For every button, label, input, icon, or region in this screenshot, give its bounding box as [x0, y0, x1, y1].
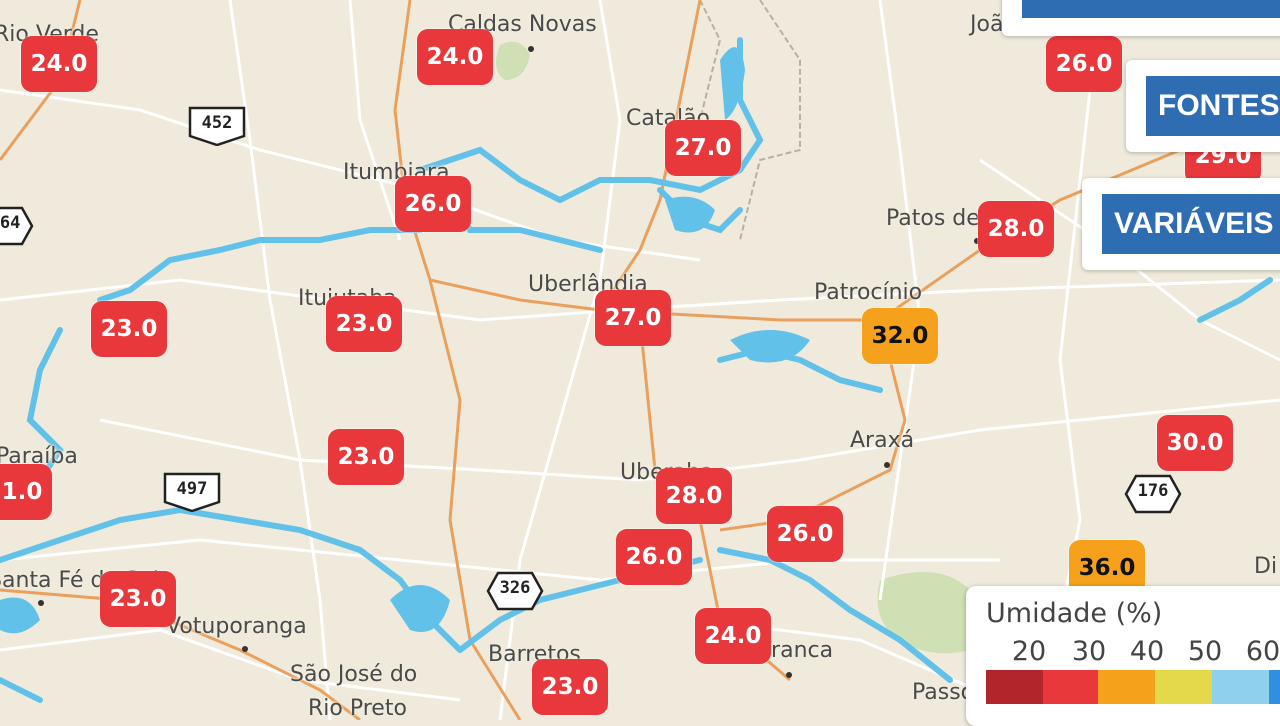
legend-swatch [1155, 670, 1212, 704]
value-marker[interactable]: 23.0 [100, 571, 176, 627]
value-marker[interactable]: 24.0 [695, 608, 771, 664]
legend-swatch [1212, 670, 1269, 704]
value-marker[interactable]: 21.0 [0, 464, 52, 520]
legend-tick: 40 [1129, 636, 1165, 667]
value-marker[interactable]: 23.0 [326, 296, 402, 352]
city-dot [786, 672, 792, 678]
legend-color-scale [986, 670, 1280, 704]
variaveis-button[interactable]: VARIÁVEIS [1102, 194, 1280, 254]
legend-title: Umidade (%) [986, 598, 1163, 629]
value-marker[interactable]: 26.0 [767, 506, 843, 562]
value-marker[interactable]: 32.0 [862, 308, 938, 364]
legend-tick: 50 [1187, 636, 1223, 667]
route-shield: 497 [163, 472, 221, 513]
value-marker[interactable]: 28.0 [656, 468, 732, 524]
city-label: Rio Preto [308, 696, 407, 721]
value-marker[interactable]: 27.0 [665, 120, 741, 176]
city-label: São José do [290, 662, 418, 687]
city-label: Votuporanga [166, 614, 307, 639]
value-marker[interactable]: 26.0 [395, 176, 471, 232]
legend-swatch [1269, 670, 1280, 704]
legend-tick: 20 [1011, 636, 1047, 667]
route-shield: 326 [486, 571, 544, 611]
legend-swatch [986, 670, 1043, 704]
city-label: Araxá [850, 428, 915, 453]
value-marker[interactable]: 28.0 [978, 201, 1054, 257]
value-marker[interactable]: 26.0 [1046, 36, 1122, 92]
city-label: Di [1254, 554, 1278, 579]
variaveis-panel: VARIÁVEIS [1082, 178, 1280, 270]
legend-swatch [1098, 670, 1155, 704]
route-shield: 452 [188, 106, 246, 147]
city-dot [884, 462, 890, 468]
fontes-panel: FONTES [1126, 60, 1280, 152]
legend-tick: 60 [1245, 636, 1280, 667]
top-button[interactable] [1022, 0, 1280, 18]
value-marker[interactable]: 23.0 [532, 659, 608, 715]
legend-tick: 30 [1071, 636, 1107, 667]
value-marker[interactable]: 26.0 [616, 529, 692, 585]
top-control-panel [1002, 0, 1280, 36]
city-dot [38, 600, 44, 606]
route-shield: 364 [0, 206, 34, 246]
value-marker[interactable]: 24.0 [417, 29, 493, 85]
legend-swatch [1043, 670, 1098, 704]
humidity-legend: Umidade (%) 20 30 40 50 60 [966, 586, 1280, 726]
value-marker[interactable]: 23.0 [328, 429, 404, 485]
city-label: Patrocínio [814, 280, 923, 305]
route-shield: 176 [1124, 474, 1182, 514]
value-marker[interactable]: 23.0 [91, 301, 167, 357]
value-marker[interactable]: 27.0 [595, 290, 671, 346]
value-marker[interactable]: 30.0 [1157, 415, 1233, 471]
fontes-button[interactable]: FONTES [1146, 76, 1280, 136]
value-marker[interactable]: 24.0 [21, 36, 97, 92]
city-dot [242, 646, 248, 652]
city-dot [528, 46, 534, 52]
